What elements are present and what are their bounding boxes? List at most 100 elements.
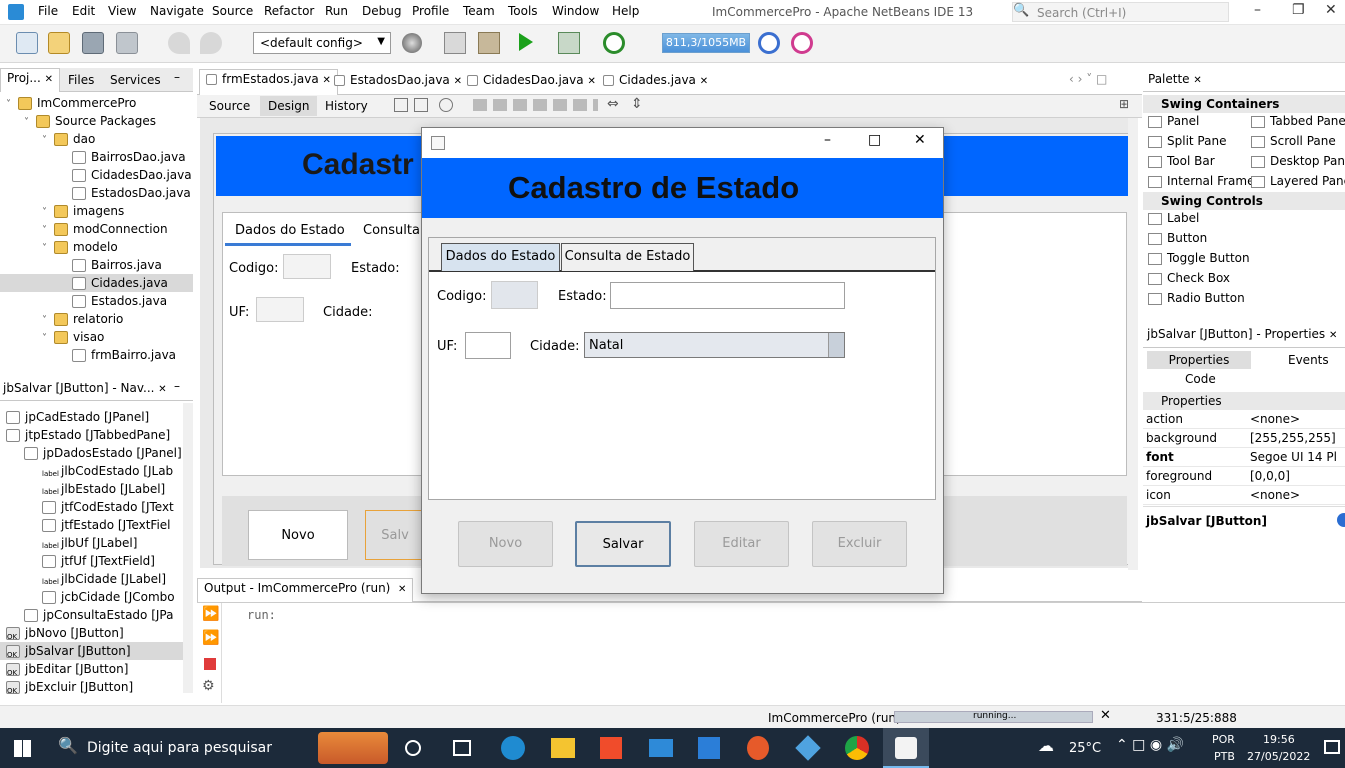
app-icon[interactable] [698, 737, 720, 759]
tree-item[interactable]: ˅ imagens [0, 202, 193, 220]
property-value[interactable]: [0,0,0] [1250, 469, 1337, 483]
build-icon[interactable] [478, 32, 500, 54]
close-icon[interactable]: ✕ [158, 384, 166, 395]
dialog-maximize-icon[interactable]: □ [868, 132, 881, 148]
dialog-titlebar[interactable]: – □ ✕ [422, 128, 943, 158]
menu-file[interactable]: File [38, 4, 58, 18]
cancel-task-icon[interactable]: ✕ [1100, 708, 1111, 723]
config-select[interactable]: <default config> ▼ [253, 32, 391, 54]
palette-item[interactable]: Split Pane [1148, 134, 1226, 148]
prop-tab-code[interactable]: Code [1185, 372, 1216, 386]
tree-item[interactable]: ˅ visao [0, 328, 193, 346]
close-icon[interactable]: ✕ [398, 584, 406, 595]
tree-item[interactable]: ˅ Source Packages [0, 112, 193, 130]
tray-icons[interactable]: ⌃ □ ◉ 🔊 [1116, 737, 1184, 753]
tab-services[interactable]: Services [110, 73, 161, 87]
palette-title[interactable]: Palette ✕ [1148, 72, 1202, 86]
selection-mode-icon[interactable] [394, 98, 408, 112]
editor-scrollbar[interactable] [1128, 118, 1138, 570]
properties-section[interactable]: Properties [1143, 392, 1345, 410]
tab-files[interactable]: Files [68, 73, 94, 87]
editor-tab-estadosdao[interactable]: EstadosDao.java ✕ [334, 73, 462, 87]
navigator-item[interactable]: OK jbExcluir [JButton] [0, 678, 183, 695]
property-value[interactable]: [255,255,255] [1250, 431, 1337, 445]
menu-source[interactable]: Source [212, 4, 253, 18]
memory-indicator[interactable]: 811,3/1055MB [662, 33, 750, 53]
palette-item[interactable]: Internal Frame [1148, 174, 1254, 188]
palette-containers-section[interactable]: Swing Containers [1143, 95, 1345, 113]
palette-toggle-icon[interactable]: ⊞ [1119, 97, 1129, 111]
lang-1[interactable]: POR [1212, 733, 1235, 746]
tree-item[interactable]: ˅ relatorio [0, 310, 193, 328]
clock-date[interactable]: 27/05/2022 [1247, 750, 1310, 763]
java-app-icon[interactable] [883, 728, 929, 768]
tree-item[interactable]: EstadosDao.java [0, 184, 193, 202]
scrollbar[interactable] [183, 403, 193, 693]
close-icon[interactable]: ✕ [45, 74, 53, 85]
settings-icon[interactable]: ⚙ [202, 678, 215, 694]
minimize-panel-icon[interactable]: – [174, 379, 180, 393]
weather-art-icon[interactable] [318, 732, 388, 764]
dialog-minimize-icon[interactable]: – [824, 132, 831, 148]
taskbar-temp[interactable]: 25°C [1069, 741, 1101, 756]
editar-button[interactable]: Editar [694, 521, 789, 567]
salvar-button[interactable]: Salvar [575, 521, 671, 567]
gc2-icon[interactable] [791, 32, 813, 54]
properties-title[interactable]: jbSalvar [JButton] - Properties ✕ [1147, 327, 1337, 341]
sourcetree-icon[interactable] [747, 736, 769, 760]
close-icon[interactable]: ✕ [587, 76, 595, 87]
windows-start-icon[interactable] [14, 740, 31, 757]
resize-v-icon[interactable]: ⇕ [631, 96, 643, 112]
property-value[interactable]: <none> [1250, 412, 1337, 426]
menu-team[interactable]: Team [463, 4, 495, 18]
novo-button[interactable]: Novo [458, 521, 553, 567]
taskbar-search-icon[interactable]: 🔍 [58, 736, 78, 755]
navigator-item[interactable]: jcbCidade [JCombo [0, 588, 183, 606]
new-project-icon[interactable] [48, 32, 70, 54]
menu-refactor[interactable]: Refactor [264, 4, 314, 18]
property-row[interactable]: background [255,255,255] [1143, 429, 1345, 448]
excluir-button[interactable]: Excluir [812, 521, 907, 567]
task-view-icon[interactable] [453, 740, 471, 756]
prop-tab-properties[interactable]: Properties [1147, 351, 1251, 369]
menu-run[interactable]: Run [325, 4, 348, 18]
minimize-panel-icon[interactable]: – [174, 70, 180, 84]
file-explorer-icon[interactable] [551, 738, 575, 758]
close-icon[interactable]: ✕ [1329, 330, 1337, 341]
view-design[interactable]: Design [260, 96, 318, 116]
tree-item[interactable]: ˅ modConnection [0, 220, 193, 238]
save-all-icon[interactable] [116, 32, 138, 54]
codigo-field[interactable] [491, 281, 538, 309]
cube-icon[interactable] [795, 735, 821, 761]
weather-icon[interactable]: ☁ [1038, 736, 1054, 755]
navigator-item[interactable]: jpCadEstado [JPanel] [0, 408, 183, 426]
palette-item[interactable]: Tabbed Pane [1251, 114, 1345, 128]
property-value[interactable]: Segoe UI 14 Plai [1250, 450, 1337, 464]
close-icon[interactable]: ✕ [1193, 75, 1201, 86]
close-icon[interactable]: ✕ [1325, 2, 1337, 18]
notification-icon[interactable] [1324, 740, 1340, 754]
palette-item[interactable]: Tool Bar [1148, 154, 1215, 168]
menu-tools[interactable]: Tools [508, 4, 538, 18]
tree-item[interactable]: CidadesDao.java [0, 166, 193, 184]
palette-item[interactable]: Panel [1148, 114, 1199, 128]
gc-icon[interactable] [758, 32, 780, 54]
menu-window[interactable]: Window [552, 4, 599, 18]
stop-icon[interactable] [204, 658, 216, 670]
editor-tab-frmestados[interactable]: frmEstados.java ✕ [199, 69, 338, 95]
tree-item[interactable]: BairrosDao.java [0, 148, 193, 166]
tab-projects[interactable]: Proj... ✕ [0, 68, 61, 92]
menu-view[interactable]: View [108, 4, 136, 18]
property-row[interactable]: foreground [0,0,0] [1143, 467, 1345, 486]
navigator-title[interactable]: jbSalvar [JButton] - Nav... ✕ [3, 381, 167, 395]
menu-help[interactable]: Help [612, 4, 639, 18]
new-file-icon[interactable] [16, 32, 38, 54]
palette-item[interactable]: Radio Button [1148, 291, 1245, 305]
navigator-item[interactable]: jtfEstado [JTextFiel [0, 516, 183, 534]
cidade-combobox[interactable]: Natal [584, 332, 845, 358]
estado-field[interactable] [610, 282, 845, 309]
prop-tab-events[interactable]: Events [1288, 353, 1329, 367]
editor-tab-cidades[interactable]: Cidades.java ✕ [603, 73, 708, 87]
palette-item[interactable]: Button [1148, 231, 1207, 245]
menu-debug[interactable]: Debug [362, 4, 401, 18]
